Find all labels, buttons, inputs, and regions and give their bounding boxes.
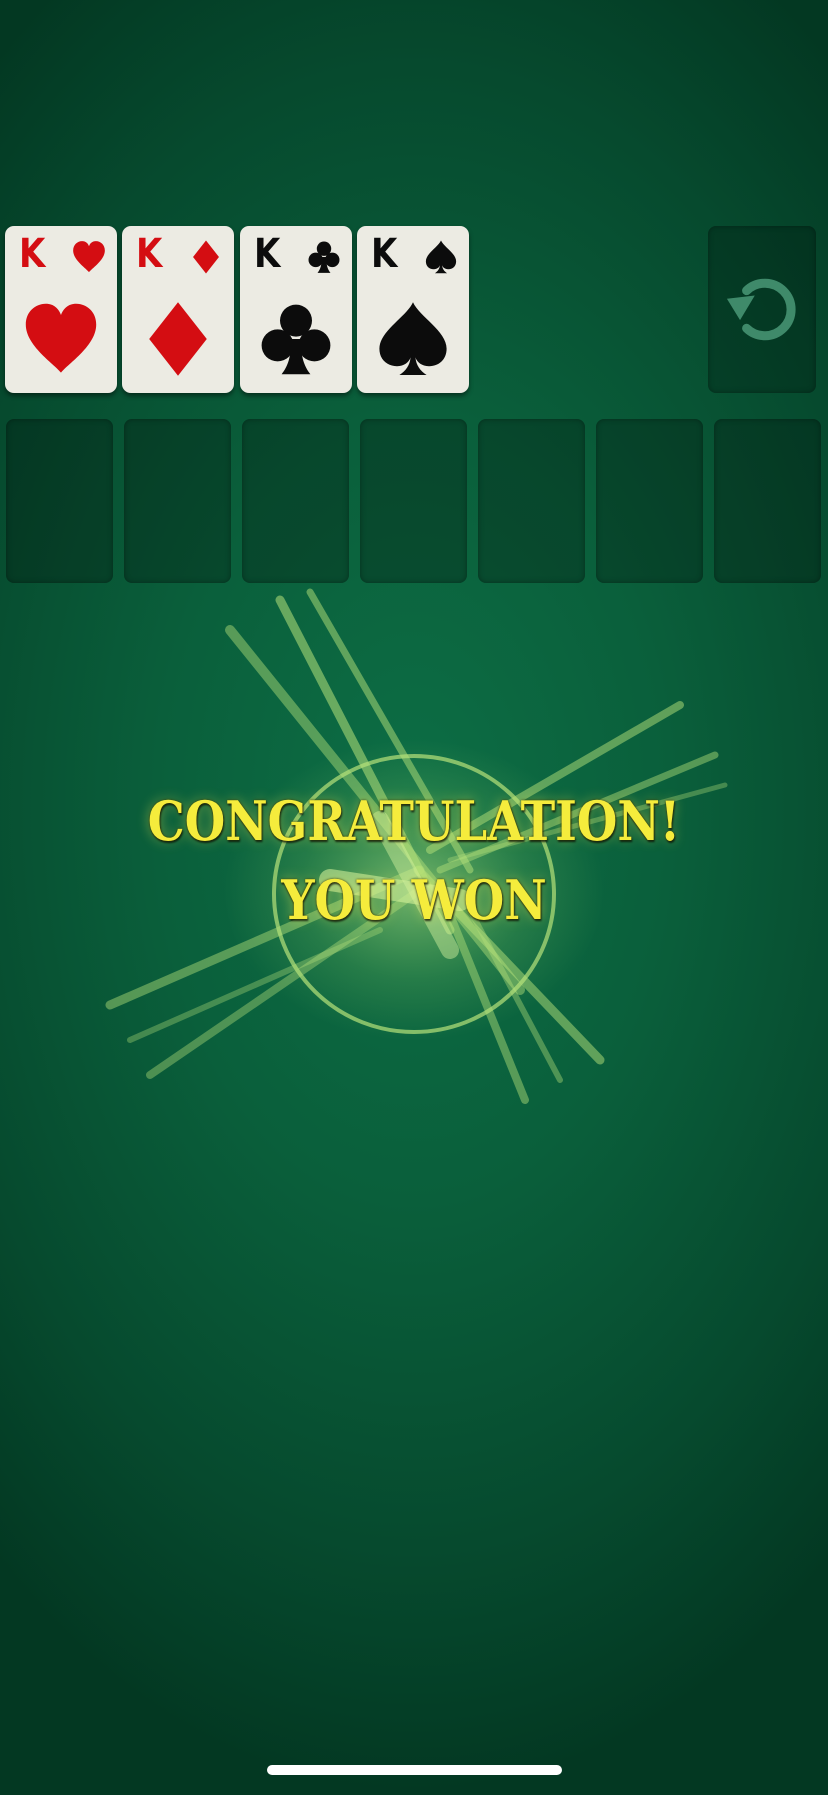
tableau-slot-6[interactable] (596, 419, 703, 583)
tableau-slot-5[interactable] (478, 419, 585, 583)
home-indicator[interactable] (267, 1765, 562, 1775)
win-subtitle: YOU WON (281, 868, 547, 932)
undo-icon (726, 278, 796, 341)
tableau-slot-2[interactable] (124, 419, 231, 583)
card-rank: K (371, 231, 398, 277)
foundation-diamonds[interactable]: K (122, 226, 234, 393)
foundation-clubs[interactable]: K (240, 226, 352, 393)
diamond-icon (188, 239, 224, 275)
spade-icon (423, 239, 459, 275)
heart-icon (71, 239, 107, 275)
foundation-spades[interactable]: K (357, 226, 469, 393)
tableau-slot-4[interactable] (360, 419, 467, 583)
foundation-hearts[interactable]: K (5, 226, 117, 393)
diamond-icon (138, 299, 218, 379)
card-rank: K (19, 231, 46, 277)
card-rank: K (254, 231, 281, 277)
tableau-slot-1[interactable] (6, 419, 113, 583)
tableau-slot-3[interactable] (242, 419, 349, 583)
spade-icon (373, 299, 453, 379)
heart-icon (21, 299, 101, 379)
club-icon (256, 299, 336, 379)
win-title: CONGRATULATION! (147, 789, 681, 853)
card-rank: K (136, 231, 163, 277)
undo-button[interactable] (708, 226, 816, 393)
club-icon (306, 239, 342, 275)
tableau-slot-7[interactable] (714, 419, 821, 583)
